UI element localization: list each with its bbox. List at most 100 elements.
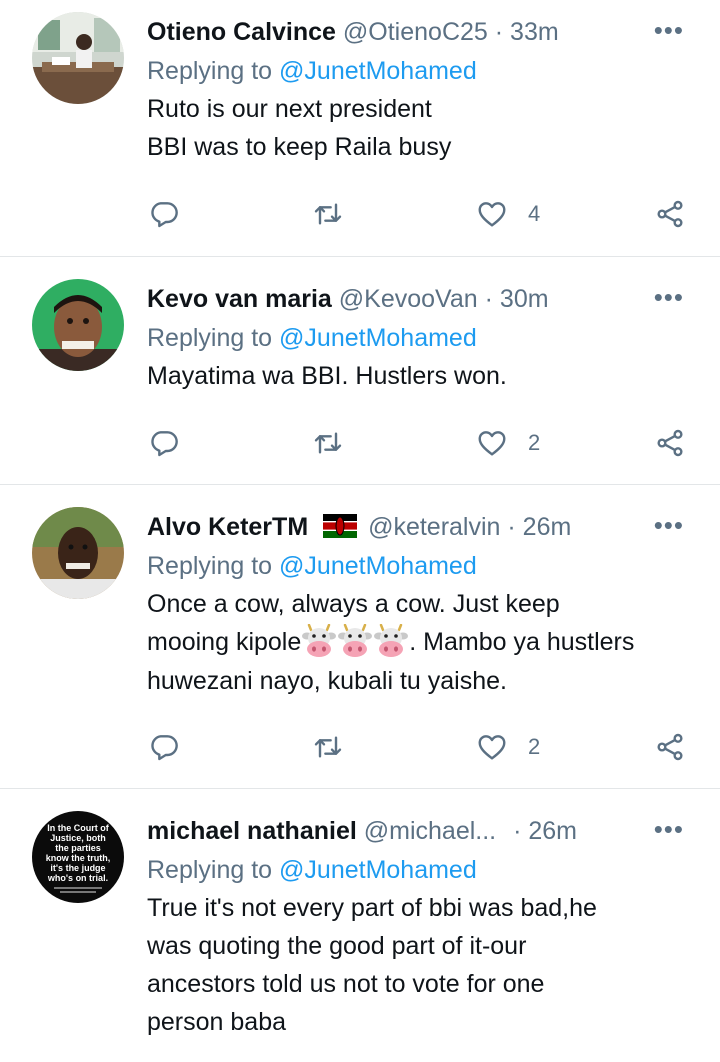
share-icon (654, 198, 686, 230)
mention-link[interactable]: @JunetMohamed (279, 57, 477, 85)
mention-link[interactable]: @JunetMohamed (279, 552, 477, 580)
tweet-actions: 2 (0, 727, 720, 767)
cow-face-icon (373, 624, 409, 658)
tweet-text-line: mooing kipole . Mambo ya hustlers (147, 623, 690, 662)
tweet-actions: 4 (0, 194, 720, 234)
replying-to-label: Replying to (147, 856, 273, 884)
trademark-suffix: TM (272, 513, 309, 541)
tweet-text: Ruto is our next president BBI was to ke… (147, 90, 690, 166)
user-handle[interactable]: @KevooVan (339, 285, 478, 313)
user-handle[interactable]: @OtienoC25 (343, 18, 488, 46)
tweet-text-line: BBI was to keep Raila busy (147, 133, 452, 161)
user-handle[interactable]: @michael... (364, 817, 496, 845)
separator-dot: · (484, 285, 493, 313)
more-icon[interactable]: ••• (654, 507, 684, 543)
display-name[interactable]: michael nathaniel (147, 817, 357, 845)
replying-to-label: Replying to (147, 324, 273, 352)
tweet-header: michael nathaniel @michael... · 26m ••• (147, 811, 690, 851)
reply-button[interactable] (148, 194, 180, 234)
tweet-text: Mayatima wa BBI. Hustlers won. (147, 357, 690, 395)
timestamp[interactable]: 26m (528, 817, 577, 845)
like-icon (476, 198, 508, 230)
tweet-text: Once a cow, always a cow. Just keep mooi… (147, 585, 690, 700)
tweet-header: Otieno Calvince @OtienoC25 · 33m ••• (147, 12, 690, 52)
reply-button[interactable] (148, 727, 180, 767)
replying-to: Replying to @JunetMohamed (147, 547, 690, 585)
more-icon[interactable]: ••• (654, 12, 684, 48)
tweet-text-fragment: . Mambo ya hustlers (409, 628, 635, 656)
like-count: 2 (528, 430, 541, 455)
tweet-text-line: person baba (147, 1008, 287, 1036)
tweet-text-line: ancestors told us not to vote for one (147, 970, 545, 998)
display-name[interactable]: Alvo Keter (147, 513, 272, 541)
tweet-header: Alvo KeterTM @keteralvin · 26m ••• (147, 507, 690, 547)
reply-icon (148, 198, 180, 230)
avatar-caption: In the Court of (47, 823, 109, 833)
like-button[interactable]: 4 (476, 194, 540, 234)
replying-to: Replying to @JunetMohamed (147, 319, 690, 357)
tweet[interactable]: Alvo KeterTM @keteralvin · 26m ••• Reply… (0, 485, 720, 789)
timestamp[interactable]: 33m (510, 18, 559, 46)
tweet-text-line: Ruto is our next president (147, 95, 432, 123)
share-icon (654, 427, 686, 459)
tweet-header: Kevo van maria @KevooVan · 30m ••• (147, 279, 690, 319)
replying-to: Replying to @JunetMohamed (147, 52, 690, 90)
like-icon (476, 427, 508, 459)
like-icon (476, 731, 508, 763)
avatar-caption: the parties (55, 843, 101, 853)
avatar[interactable]: In the Court of Justice, both the partie… (32, 811, 124, 903)
retweet-icon (312, 731, 344, 763)
like-button[interactable]: 2 (476, 423, 540, 463)
tweet[interactable]: Otieno Calvince @OtienoC25 · 33m ••• Rep… (0, 0, 720, 257)
tweet-text-line: Mayatima wa BBI. Hustlers won. (147, 362, 507, 390)
avatar[interactable] (32, 12, 124, 104)
display-name[interactable]: Kevo van maria (147, 285, 332, 313)
separator-dot: · (494, 18, 504, 46)
replying-to-label: Replying to (147, 552, 273, 580)
reply-icon (148, 731, 180, 763)
retweet-button[interactable] (312, 423, 344, 463)
timestamp[interactable]: 30m (500, 285, 549, 313)
tweet[interactable]: Kevo van maria @KevooVan · 30m ••• Reply… (0, 257, 720, 485)
like-count: 4 (528, 201, 541, 226)
tweet-text-line: huwezani nayo, kubali tu yaishe. (147, 667, 507, 696)
tweet[interactable]: In the Court of Justice, both the partie… (0, 789, 720, 1062)
tweet-actions: 2 (0, 423, 720, 463)
retweet-icon (312, 427, 344, 459)
cow-face-icon (301, 624, 337, 658)
avatar-caption: know the truth, (46, 853, 111, 863)
avatar-caption: who's on trial. (47, 873, 108, 883)
like-button[interactable]: 2 (476, 727, 540, 767)
timestamp[interactable]: 26m (523, 513, 572, 541)
like-count: 2 (528, 734, 541, 759)
separator-dot: · (507, 513, 516, 541)
reply-button[interactable] (148, 423, 180, 463)
retweet-button[interactable] (312, 727, 344, 767)
avatar[interactable] (32, 507, 124, 599)
avatar-caption: Justice, both (50, 833, 106, 843)
tweet-text: True it's not every part of bbi was bad,… (147, 889, 690, 1041)
replying-to: Replying to @JunetMohamed (147, 851, 690, 889)
share-button[interactable] (654, 194, 686, 234)
mention-link[interactable]: @JunetMohamed (279, 856, 477, 884)
separator-dot: · (513, 817, 522, 845)
more-icon[interactable]: ••• (654, 811, 684, 847)
tweet-text-line: was quoting the good part of it-our (147, 932, 527, 960)
share-button[interactable] (654, 423, 686, 463)
tweet-text-line: Once a cow, always a cow. Just keep (147, 590, 560, 618)
user-handle[interactable]: @keteralvin (368, 513, 500, 541)
reply-icon (148, 427, 180, 459)
share-icon (654, 731, 686, 763)
share-button[interactable] (654, 727, 686, 767)
mention-link[interactable]: @JunetMohamed (279, 324, 477, 352)
kenya-flag-icon (323, 514, 358, 539)
cow-face-icon (337, 624, 373, 658)
tweet-text-fragment: mooing kipole (147, 628, 302, 656)
avatar[interactable] (32, 279, 124, 371)
replying-to-label: Replying to (147, 57, 273, 85)
tweet-text-line: True it's not every part of bbi was bad,… (147, 894, 597, 922)
more-icon[interactable]: ••• (654, 279, 684, 315)
display-name[interactable]: Otieno Calvince (147, 18, 336, 46)
retweet-icon (312, 198, 344, 230)
retweet-button[interactable] (312, 194, 344, 234)
